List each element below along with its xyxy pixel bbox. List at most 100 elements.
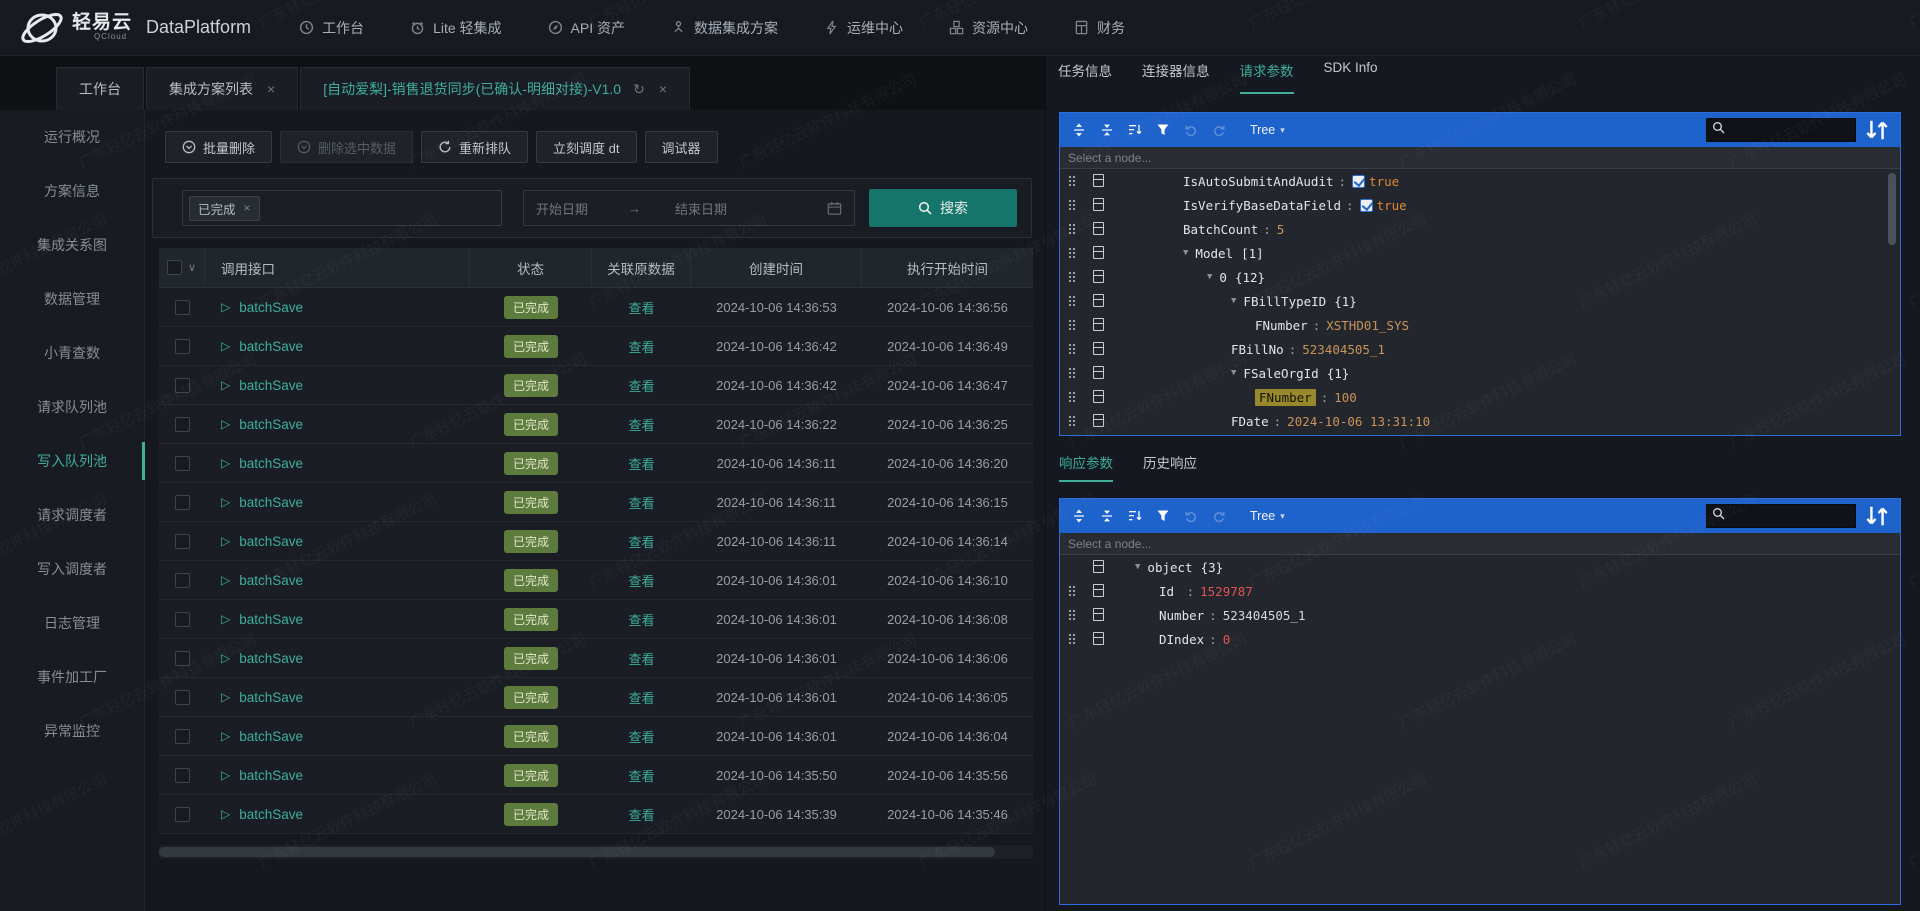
- api-link[interactable]: ▷ batchSave: [221, 651, 303, 666]
- tree-mode-select[interactable]: Tree ▾: [1250, 123, 1285, 137]
- view-link[interactable]: 查看: [628, 688, 654, 707]
- checked-checkbox-icon[interactable]: [1352, 174, 1366, 188]
- drag-handle-icon[interactable]: [1068, 175, 1076, 187]
- request-tab-1[interactable]: 连接器信息: [1142, 60, 1210, 94]
- nav-item-compass[interactable]: API 资产: [548, 18, 625, 38]
- api-link[interactable]: ▷ batchSave: [221, 300, 303, 315]
- drag-handle-icon[interactable]: [1068, 343, 1076, 355]
- api-link[interactable]: ▷ batchSave: [221, 807, 303, 822]
- sidebar-item-2[interactable]: 集成关系图: [0, 218, 144, 272]
- drag-handle-icon[interactable]: [1068, 415, 1076, 427]
- date-range-picker[interactable]: 开始日期 → 结束日期: [523, 190, 855, 226]
- view-link[interactable]: 查看: [628, 649, 654, 668]
- row-checkbox[interactable]: [174, 689, 190, 705]
- request-tab-0[interactable]: 任务信息: [1058, 60, 1112, 94]
- tree-node[interactable]: Number:523404505_1: [1060, 603, 1900, 627]
- sort-filter-icon[interactable]: [1864, 118, 1890, 142]
- sidebar-item-7[interactable]: 请求调度者: [0, 488, 144, 542]
- view-link[interactable]: 查看: [628, 337, 654, 356]
- expand-all-icon[interactable]: [1068, 119, 1090, 141]
- sort-icon[interactable]: [1124, 505, 1146, 527]
- search-button[interactable]: 搜索: [869, 189, 1017, 227]
- nav-item-calc[interactable]: 财务: [1074, 18, 1125, 38]
- tree-node[interactable]: ▼ object {3}: [1060, 555, 1900, 579]
- api-link[interactable]: ▷ batchSave: [221, 729, 303, 744]
- view-link[interactable]: 查看: [628, 454, 654, 473]
- page-tab-0[interactable]: 工作台: [56, 67, 144, 110]
- tab-refresh-icon[interactable]: ↻: [633, 81, 645, 98]
- row-checkbox[interactable]: [174, 533, 190, 549]
- row-checkbox[interactable]: [174, 611, 190, 627]
- table-row[interactable]: ▷ batchSave 已完成 查看 2024-10-06 14:36:01 2024-1…: [159, 639, 1033, 678]
- response-tab-1[interactable]: 历史响应: [1143, 452, 1197, 482]
- table-row[interactable]: ▷ batchSave 已完成 查看 2024-10-06 14:35:39 2024-1…: [159, 795, 1033, 834]
- view-link[interactable]: 查看: [628, 805, 654, 824]
- sidebar-item-3[interactable]: 数据管理: [0, 272, 144, 326]
- api-link[interactable]: ▷ batchSave: [221, 690, 303, 705]
- row-checkbox[interactable]: [174, 299, 190, 315]
- table-row[interactable]: ▷ batchSave 已完成 查看 2024-10-06 14:36:11 2024-1…: [159, 522, 1033, 561]
- table-row[interactable]: ▷ batchSave 已完成 查看 2024-10-06 14:36:53 2024-1…: [159, 288, 1033, 327]
- drag-handle-icon[interactable]: [1068, 271, 1076, 283]
- tree-search-input[interactable]: [1706, 118, 1856, 142]
- nav-item-alarm[interactable]: Lite 轻集成: [410, 18, 502, 38]
- view-link[interactable]: 查看: [628, 493, 654, 512]
- tree-node[interactable]: FNumber: XSTHD01_SYS: [1060, 313, 1900, 337]
- api-link[interactable]: ▷ batchSave: [221, 495, 303, 510]
- table-row[interactable]: ▷ batchSave 已完成 查看 2024-10-06 14:36:11 2024-1…: [159, 444, 1033, 483]
- expand-toggle-icon[interactable]: ▼: [1207, 272, 1212, 282]
- sidebar-item-8[interactable]: 写入调度者: [0, 542, 144, 596]
- request-tab-2[interactable]: 请求参数: [1239, 60, 1294, 94]
- nav-item-cubes[interactable]: 资源中心: [949, 18, 1028, 38]
- filter-icon[interactable]: [1152, 119, 1174, 141]
- sidebar-item-0[interactable]: 运行概况: [0, 110, 144, 164]
- checked-checkbox-icon[interactable]: [1359, 198, 1373, 212]
- nav-item-clock[interactable]: 工作台: [299, 18, 364, 38]
- drag-handle-icon[interactable]: [1068, 199, 1076, 211]
- view-link[interactable]: 查看: [628, 727, 654, 746]
- drag-handle-icon[interactable]: [1068, 223, 1076, 235]
- selection-dropdown-icon[interactable]: ∨: [188, 261, 196, 274]
- sort-icon[interactable]: [1124, 119, 1146, 141]
- tree-node[interactable]: Id :1529787: [1060, 579, 1900, 603]
- nav-item-share[interactable]: 数据集成方案: [671, 18, 778, 38]
- row-checkbox[interactable]: [174, 728, 190, 744]
- row-checkbox[interactable]: [174, 455, 190, 471]
- table-row[interactable]: ▷ batchSave 已完成 查看 2024-10-06 14:36:01 2024-1…: [159, 561, 1033, 600]
- tree-mode-select[interactable]: Tree ▾: [1250, 509, 1285, 523]
- expand-toggle-icon[interactable]: ▼: [1231, 296, 1236, 306]
- drag-handle-icon[interactable]: [1068, 633, 1076, 645]
- page-tab-1[interactable]: 集成方案列表 ×: [146, 67, 299, 110]
- status-filter-select[interactable]: 已完成 ×: [182, 190, 502, 226]
- api-link[interactable]: ▷ batchSave: [221, 417, 303, 432]
- horizontal-scrollbar-thumb[interactable]: [159, 847, 995, 857]
- drag-handle-icon[interactable]: [1068, 295, 1076, 307]
- tree-node[interactable]: FNumber:100: [1060, 385, 1900, 409]
- expand-toggle-icon[interactable]: ▼: [1135, 562, 1140, 572]
- tab-close-icon[interactable]: ×: [659, 81, 667, 97]
- view-link[interactable]: 查看: [628, 298, 654, 317]
- filter-icon[interactable]: [1152, 505, 1174, 527]
- tree-node[interactable]: ▼ 0 {12}: [1060, 265, 1900, 289]
- status-tag-close-icon[interactable]: ×: [244, 201, 251, 215]
- row-checkbox[interactable]: [174, 650, 190, 666]
- tab-close-icon[interactable]: ×: [267, 81, 275, 97]
- table-row[interactable]: ▷ batchSave 已完成 查看 2024-10-06 14:36:11 2024-1…: [159, 483, 1033, 522]
- tree-node[interactable]: ▼ FSaleOrgId {1}: [1060, 361, 1900, 385]
- view-link[interactable]: 查看: [628, 766, 654, 785]
- tree-node[interactable]: IsAutoSubmitAndAudit: true: [1060, 169, 1900, 193]
- view-link[interactable]: 查看: [628, 376, 654, 395]
- tree-node[interactable]: DIndex:0: [1060, 627, 1900, 651]
- tree-node[interactable]: ▼ FBillTypeID {1}: [1060, 289, 1900, 313]
- drag-handle-icon[interactable]: [1068, 391, 1076, 403]
- collapse-all-icon[interactable]: [1096, 505, 1118, 527]
- table-row[interactable]: ▷ batchSave 已完成 查看 2024-10-06 14:36:22 2024-1…: [159, 405, 1033, 444]
- sidebar-item-5[interactable]: 请求队列池: [0, 380, 144, 434]
- response-tab-0[interactable]: 响应参数: [1059, 452, 1113, 482]
- api-link[interactable]: ▷ batchSave: [221, 573, 303, 588]
- sort-filter-icon[interactable]: [1864, 504, 1890, 528]
- view-link[interactable]: 查看: [628, 610, 654, 629]
- api-link[interactable]: ▷ batchSave: [221, 612, 303, 627]
- expand-toggle-icon[interactable]: ▼: [1183, 248, 1188, 258]
- page-tab-2[interactable]: [自动爱梨]-销售退货同步(已确认-明细对接)-V1.0 ↻ ×: [300, 67, 690, 110]
